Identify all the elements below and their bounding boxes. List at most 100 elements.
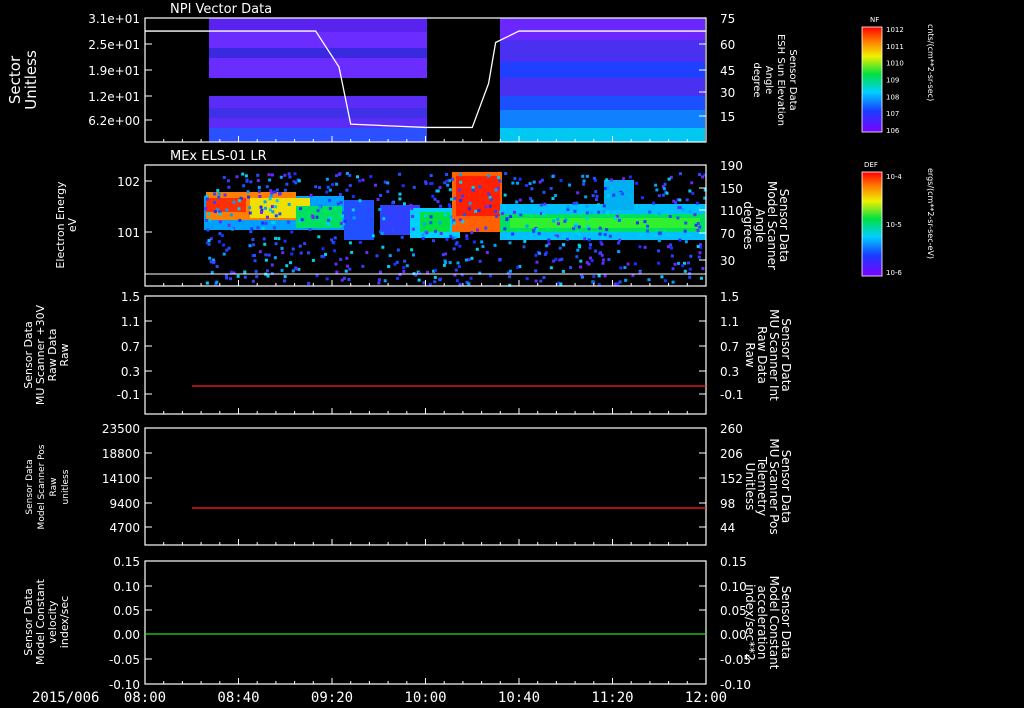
heatmap-cell	[698, 225, 702, 229]
heatmap-cell	[401, 184, 405, 188]
right-tick-label: 75	[720, 12, 735, 26]
heatmap-cell	[452, 247, 456, 251]
heatmap-cell	[592, 176, 596, 180]
heatmap-cell	[467, 282, 471, 286]
heatmap-cell	[271, 210, 275, 214]
left-tick-label: 6.2e+00	[88, 114, 140, 128]
heatmap-cell	[448, 188, 452, 192]
heatmap-cell	[335, 270, 339, 274]
heatmap-cell	[331, 183, 335, 187]
heatmap-cell	[395, 276, 399, 280]
heatmap-cell	[498, 179, 502, 183]
heatmap-cell	[297, 179, 301, 183]
heatmap-cell	[495, 214, 499, 218]
right-tick-label: 190	[720, 159, 743, 173]
heatmap-cell	[351, 195, 355, 199]
heatmap-cell	[207, 218, 211, 222]
heatmap-cell	[464, 258, 468, 262]
heatmap-cell	[262, 237, 266, 241]
heatmap-cell	[678, 172, 682, 176]
heatmap-cell	[218, 212, 222, 216]
heatmap-cell	[480, 240, 484, 244]
heatmap-cell	[289, 261, 293, 265]
heatmap-cell	[616, 282, 620, 286]
heatmap-cell	[348, 173, 352, 177]
heatmap-cell	[358, 224, 362, 228]
heatmap-cell	[325, 277, 329, 281]
heatmap-cell	[358, 199, 362, 203]
heatmap-cell	[524, 184, 528, 188]
heatmap-cell	[269, 189, 273, 193]
heatmap-cell	[321, 247, 325, 251]
heatmap-cell	[503, 193, 507, 197]
heatmap-cell	[432, 239, 436, 243]
heatmap-cell	[552, 259, 556, 263]
heatmap-cell	[552, 219, 556, 223]
heatmap-cell	[207, 212, 211, 216]
heatmap-cell	[265, 185, 269, 189]
heatmap-cell	[646, 229, 650, 233]
left-axis-label: eV	[66, 217, 79, 232]
colorbar-tick-label: 1010	[886, 60, 904, 68]
heatmap-cell	[325, 190, 329, 194]
heatmap-cell	[396, 248, 400, 252]
heatmap-cell	[662, 187, 666, 191]
heatmap-cell	[431, 194, 435, 198]
time-tick-label: 10:00	[404, 690, 446, 706]
heatmap-cell	[229, 277, 233, 281]
heatmap-cell	[500, 212, 504, 216]
heatmap-cell	[652, 201, 656, 205]
npi-heatmap	[209, 18, 705, 142]
heatmap-cell	[365, 251, 369, 255]
heatmap-cell	[621, 192, 625, 196]
heatmap-cell	[469, 276, 473, 280]
heatmap-cell	[223, 193, 227, 197]
heatmap-cell	[513, 177, 517, 181]
heatmap-cell	[232, 200, 236, 204]
heatmap-cell	[309, 193, 313, 197]
heatmap-cell	[237, 199, 241, 203]
heatmap-cell	[602, 204, 606, 208]
heatmap-cell	[532, 228, 536, 232]
heatmap-cell	[290, 252, 294, 256]
heatmap-cell	[445, 237, 449, 241]
heatmap-cell	[269, 194, 273, 198]
heatmap-cell	[426, 270, 430, 274]
heatmap-cell	[257, 185, 261, 189]
heatmap-cell	[660, 275, 664, 279]
heatmap-cell	[227, 185, 231, 189]
heatmap-cell	[478, 185, 482, 189]
heatmap-cell	[455, 279, 459, 283]
heatmap-cell	[326, 185, 330, 189]
heatmap-cell	[561, 243, 565, 247]
heatmap-cell	[523, 239, 527, 243]
heatmap-cell	[525, 224, 529, 228]
heatmap-cell	[207, 242, 211, 246]
heatmap-cell	[453, 235, 457, 239]
heatmap-cell	[294, 181, 298, 185]
heatmap-cell	[676, 216, 680, 220]
heatmap-cell	[217, 192, 221, 196]
heatmap-cell	[436, 189, 440, 193]
heatmap-cell	[618, 238, 622, 242]
heatmap-cell	[484, 226, 488, 230]
heatmap-cell	[681, 208, 685, 212]
heatmap-cell	[646, 224, 650, 228]
heatmap-cell	[318, 205, 322, 209]
heatmap-cell	[553, 194, 557, 198]
heatmap-cell	[340, 214, 344, 218]
heatmap-cell	[530, 187, 534, 191]
heatmap-cell	[287, 172, 291, 176]
heatmap-cell	[347, 277, 351, 281]
heatmap-cell	[623, 266, 627, 270]
heatmap-cell	[438, 186, 442, 190]
colorbar-def-tag: DEF	[864, 161, 878, 169]
heatmap-cell	[515, 200, 519, 204]
heatmap-cell	[594, 190, 598, 194]
heatmap-cell	[489, 274, 493, 278]
heatmap-cell	[273, 256, 277, 260]
heatmap-cell	[455, 241, 459, 245]
heatmap-cell	[670, 254, 674, 258]
heatmap-cell	[569, 265, 573, 269]
heatmap-cell	[378, 207, 382, 211]
